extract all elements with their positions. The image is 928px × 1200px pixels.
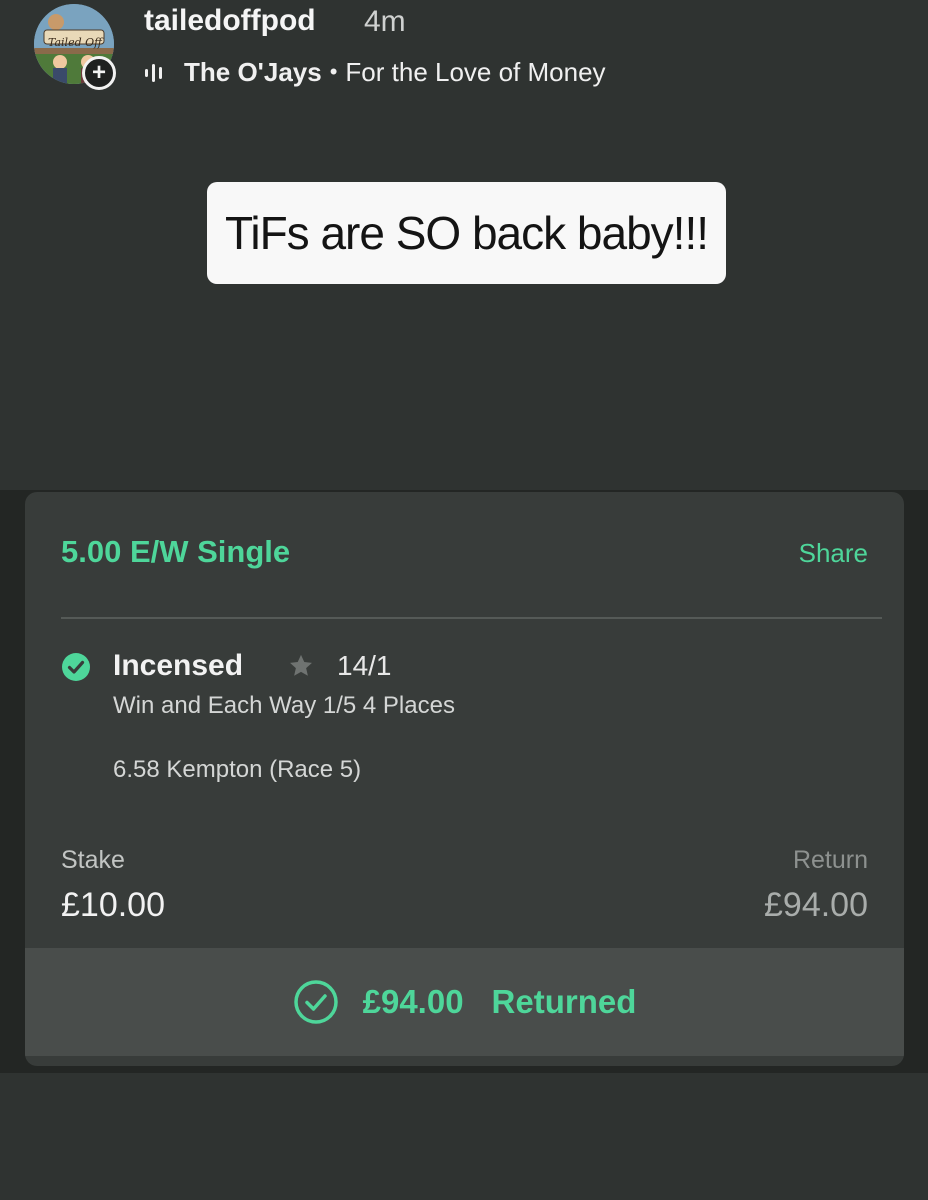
music-separator: • — [329, 59, 338, 84]
selection-race: 6.58 Kempton (Race 5) — [113, 756, 362, 783]
avatar-logo-text: Tailed Off — [48, 36, 102, 49]
star-icon[interactable] — [287, 652, 315, 680]
stake-label: Stake — [61, 846, 125, 874]
check-circle-outline-icon — [293, 980, 338, 1024]
selection-odds: 14/1 — [337, 650, 392, 681]
post-timestamp: 4m — [364, 5, 406, 38]
check-circle-icon — [62, 653, 90, 681]
bet-card: 5.00 E/W Single Share Incensed 14/1 Win … — [25, 492, 904, 1066]
divider — [61, 617, 882, 619]
return-label: Return — [792, 846, 868, 874]
story-header: Tailed Off + tailedoffpod 4m The O'Jays … — [0, 0, 928, 110]
stake-value: £10.00 — [61, 886, 165, 924]
music-song-title: For the Love of Money — [345, 56, 606, 87]
selection-name: Incensed — [113, 649, 244, 682]
share-button[interactable]: Share — [799, 538, 868, 569]
selection-market: Win and Each Way 1/5 4 Places — [113, 692, 455, 719]
returned-amount: £94.00 — [362, 983, 464, 1020]
bet-type-title: 5.00 E/W Single — [61, 534, 291, 569]
caption-sticker: TiFs are SO back baby!!! — [207, 182, 726, 284]
music-artist: The O'Jays — [184, 56, 322, 87]
audio-bars-icon — [144, 61, 170, 83]
add-story-plus-icon[interactable]: + — [82, 56, 116, 90]
username[interactable]: tailedoffpod — [144, 4, 316, 38]
music-sticker[interactable]: The O'Jays • For the Love of Money — [144, 56, 606, 88]
returned-label: Returned — [491, 983, 637, 1020]
returned-banner: £94.00 Returned — [25, 948, 904, 1056]
return-value: £94.00 — [764, 886, 868, 924]
